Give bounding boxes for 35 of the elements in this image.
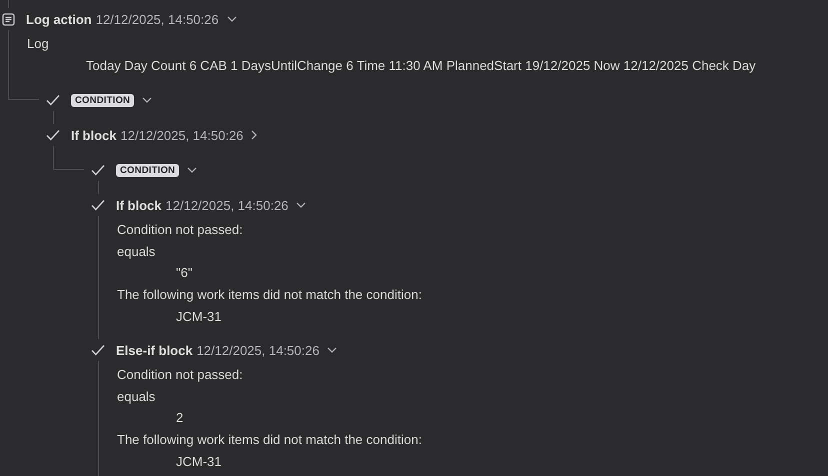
detail-value: "6": [176, 265, 192, 280]
entry-title: Else-if block: [116, 342, 193, 358]
entry-timestamp: 12/12/2025, 14:50:26: [196, 342, 320, 358]
detail-text: equals: [117, 244, 156, 259]
detail-value: JCM-31: [176, 308, 222, 324]
entry-timestamp: 12/12/2025, 14:50:26: [96, 12, 219, 26]
check-icon: [91, 199, 105, 212]
detail-text: Log: [27, 36, 49, 51]
detail-text: Condition not passed:: [117, 222, 243, 238]
check-icon: [46, 129, 60, 142]
detail-value: Today Day Count 6 CAB 1 DaysUntilChange 6 Time 11:30 AM PlannedStart 19/12/2025 Now 12/12/2025 Check Day: [86, 58, 756, 73]
detail-value: JCM-31: [176, 454, 222, 469]
entry-title: Log action: [26, 12, 92, 26]
connector-line: [53, 146, 84, 170]
chevron-down-icon[interactable]: [187, 167, 198, 174]
entry-title: If block: [71, 128, 117, 143]
entry-timestamp: 12/12/2025, 14:50:26: [120, 128, 244, 143]
detail-text: equals: [117, 388, 156, 404]
detail-value: 2: [176, 410, 184, 426]
detail-text: The following work items did not match the condition:: [117, 432, 422, 447]
chevron-down-icon[interactable]: [327, 347, 338, 354]
entry-timestamp: 12/12/2025, 14:50:26: [166, 198, 288, 213]
log-icon: [2, 12, 14, 26]
check-icon: [46, 94, 60, 106]
chevron-down-icon[interactable]: [296, 202, 306, 208]
chevron-right-icon[interactable]: [251, 130, 258, 140]
chevron-down-icon[interactable]: [142, 97, 152, 104]
condition-badge: CONDITION: [116, 164, 180, 177]
detail-text: Condition not passed:: [117, 367, 243, 382]
condition-badge: CONDITION: [71, 94, 134, 107]
detail-text: The following work items did not match the condition:: [117, 286, 422, 302]
check-icon: [91, 164, 105, 176]
entry-title: If block: [116, 198, 162, 213]
chevron-down-icon[interactable]: [226, 16, 237, 22]
check-icon: [91, 344, 105, 356]
